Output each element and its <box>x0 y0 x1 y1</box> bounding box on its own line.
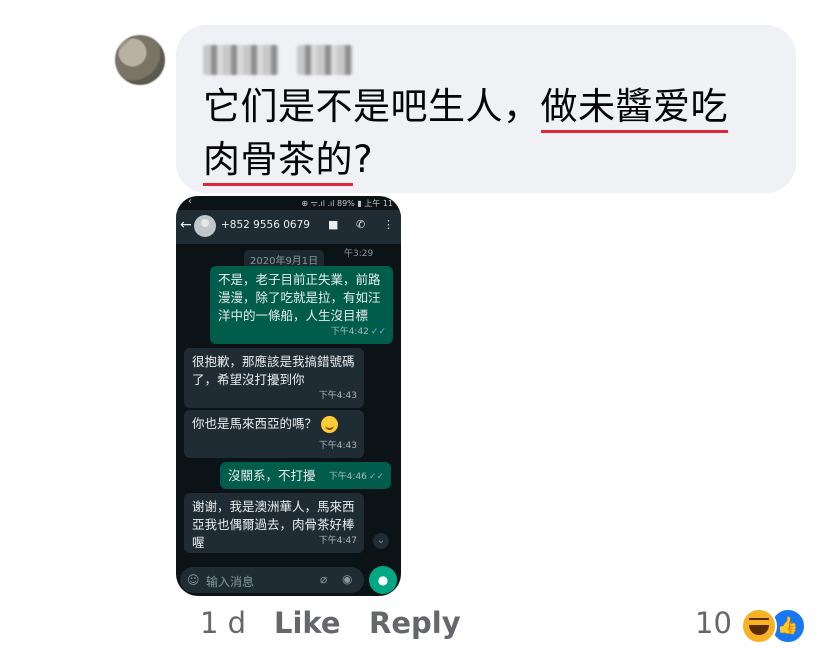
message-time: 下午4:42 ✓✓ <box>331 323 386 341</box>
more-options-icon: ⋮ <box>383 218 394 231</box>
emoji-icon: ☺ <box>187 573 200 587</box>
commenter-avatar[interactable] <box>115 35 165 85</box>
message-text: 沒關系，不打擾 <box>228 468 316 483</box>
comment-text: 它们是不是吧生人，做未醬爱吃肉骨茶的? <box>203 80 783 186</box>
phone-call-icon: ✆ <box>356 218 366 231</box>
message-text: 你也是馬來西亞的嗎？ <box>192 416 318 431</box>
back-icon: ‹ <box>188 196 192 207</box>
message-time: 下午4:43 <box>318 441 357 451</box>
attached-chat-screenshot[interactable]: ‹ ⊕ ᯤ.ıl .ıl 89% ▮ 上午 11 ← +852 9556 067… <box>176 196 401 596</box>
like-button[interactable]: Like <box>274 606 341 640</box>
message-time: 下午4:46 ✓✓ <box>329 468 384 486</box>
read-tick-icon: ✓✓ <box>368 472 384 482</box>
chat-message: 沒關系，不打擾 下午4:46 ✓✓ <box>220 462 391 489</box>
message-time: 下午4:47 <box>318 536 357 546</box>
haha-reaction-icon[interactable] <box>741 608 777 644</box>
name-blur-part <box>203 45 279 75</box>
comment-timestamp[interactable]: 1 d <box>200 606 246 640</box>
chat-message: 不是，老子目前正失業，前路漫漫，除了吃就是拉，有如汪洋中的一條船，人生沒目標 下… <box>210 266 393 344</box>
chat-message: 很抱歉，那應該是我搞錯號碼了，希望沒打擾到你 下午4:43 <box>184 348 364 408</box>
comment-text-plain: 它们是不是吧生人， <box>203 85 541 128</box>
partial-message-time: 午3:29 <box>344 249 374 259</box>
commenter-name-blurred[interactable] <box>203 45 353 77</box>
chat-message: 谢谢，我是澳洲華人，馬來西亞我也偶爾過去，肉骨茶好棒喔 下午4:47 <box>184 493 364 553</box>
reaction-count[interactable]: 10 <box>695 606 732 640</box>
contact-number: +852 9556 0679 <box>221 219 310 231</box>
camera-icon: ◉ <box>342 572 353 586</box>
video-call-icon: ■ <box>328 218 339 231</box>
message-time-text: 下午4:46 <box>328 472 367 482</box>
comment-text-end: ? <box>353 138 374 181</box>
name-blur-part <box>297 45 353 75</box>
attachment-icon: ⌀ <box>320 572 328 586</box>
chat-message: 你也是馬來西亞的嗎？ 下午4:43 <box>184 410 364 458</box>
chat-header: ← +852 9556 0679 ■ ✆ ⋮ <box>176 210 401 244</box>
message-text: 不是，老子目前正失業，前路漫漫，除了吃就是拉，有如汪洋中的一條船，人生沒目標 <box>218 272 381 323</box>
microphone-icon: ● <box>369 566 397 594</box>
comment-text-underlined: 肉骨茶的 <box>203 138 353 186</box>
smiling-emoji-icon <box>321 416 338 433</box>
phone-status-bar: ‹ ⊕ ᯤ.ıl .ıl 89% ▮ 上午 11 <box>176 196 401 210</box>
reply-button[interactable]: Reply <box>369 606 461 640</box>
message-time-text: 下午4:42 <box>330 327 369 337</box>
contact-avatar-icon <box>194 215 216 237</box>
comment-text-underlined: 做未醬爱吃 <box>540 85 728 133</box>
message-input-placeholder: 输入消息 <box>206 575 255 589</box>
status-icons: ⊕ ᯤ.ıl .ıl 89% ▮ 上午 11 <box>301 199 393 208</box>
message-text: 很抱歉，那應該是我搞錯號碼了，希望沒打擾到你 <box>192 354 355 387</box>
message-time: 下午4:43 <box>318 391 357 401</box>
message-input-bar: ☺ 输入消息 ⌀ ◉ <box>180 567 364 593</box>
read-tick-icon: ✓✓ <box>370 327 386 337</box>
back-arrow-icon: ← <box>180 217 192 233</box>
scroll-down-icon: ⌄ <box>373 533 389 549</box>
comment-actions: 1 d Like Reply 10 <box>0 606 828 646</box>
